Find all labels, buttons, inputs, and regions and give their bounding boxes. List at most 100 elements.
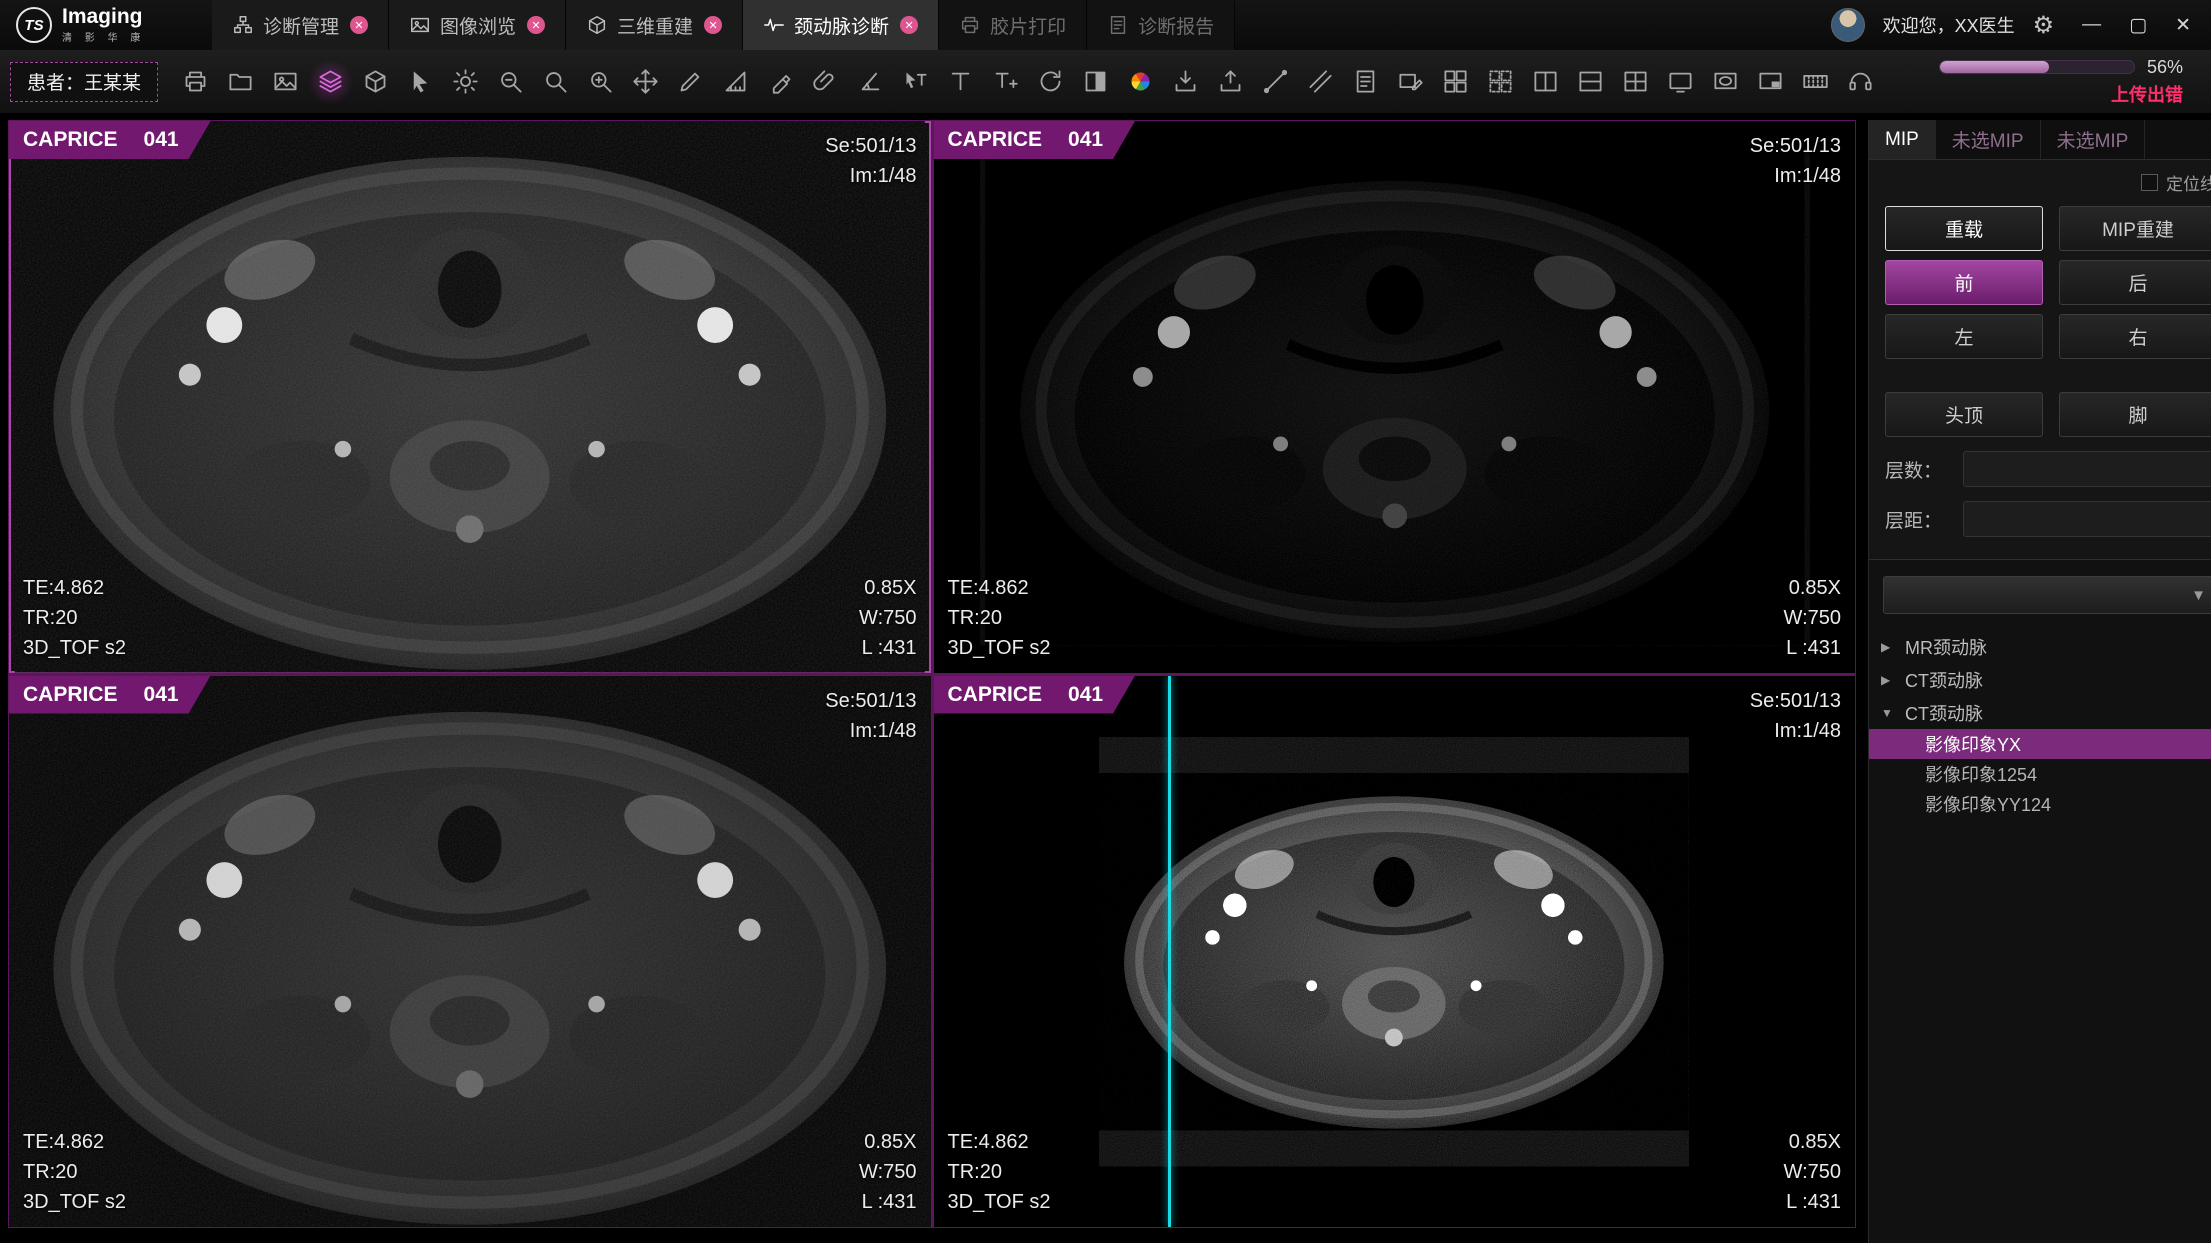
marker-icon[interactable] [759,59,802,105]
direction-foot-button[interactable]: 脚 [2059,392,2211,437]
sidebar-tab-unselected-mip-1[interactable]: 未选MIP [1936,120,2041,159]
layer-spacing-input[interactable] [1963,501,2211,537]
reload-button[interactable]: 重载 [1885,206,2043,251]
cube-3d-icon[interactable] [354,59,397,105]
tab-3d-reconstruction[interactable]: 三维重建 ✕ [566,0,743,50]
overlay-series-info: Se:501/13Im:1/48 [1750,686,1841,746]
attachment-icon[interactable] [804,59,847,105]
locator-checkbox-row: 定位线 [1869,160,2211,197]
direction-head-button[interactable]: 头顶 [1885,392,2043,437]
tab-label: 颈动脉诊断 [794,12,889,39]
tree-child-impression-1254[interactable]: 影像印象1254 [1869,759,2211,789]
layout-grid-icon[interactable] [1614,59,1657,105]
series-banner: CAPRICE041 [9,676,211,714]
split-horizontal-icon[interactable] [1569,59,1612,105]
mip-rebuild-button[interactable]: MIP重建 [2059,206,2211,251]
tree-item-ct-carotid-1[interactable]: ▶ CT颈动脉 [1869,663,2211,696]
close-button[interactable]: ✕ [2175,14,2191,37]
open-folder-icon[interactable] [219,59,262,105]
print-icon[interactable] [174,59,217,105]
viewer-grid: CAPRICE041 Se:501/13Im:1/48 TE:4.862TR:2… [8,120,1856,1228]
rotate-icon[interactable] [1029,59,1072,105]
maximize-button[interactable]: ▢ [2129,14,2147,37]
color-wheel-icon[interactable] [1119,59,1162,105]
viewport-top-left[interactable]: CAPRICE041 Se:501/13Im:1/48 TE:4.862TR:2… [9,121,931,673]
upload-icon[interactable] [1209,59,1252,105]
tab-close-icon[interactable]: ✕ [900,16,918,34]
layer-count-input[interactable] [1963,451,2211,487]
magnifier-icon[interactable] [534,59,577,105]
tree-child-impression-yx[interactable]: 影像印象YX [1869,729,2211,759]
screen-oval-icon[interactable] [1704,59,1747,105]
text-add-icon[interactable] [984,59,1027,105]
annotate-image-icon[interactable] [1389,59,1432,105]
report-icon[interactable] [1344,59,1387,105]
app-window: TS Imaging 清 影 华 康 诊断管理 ✕ 图像浏览 ✕ 三维重建 ✕ [0,0,2211,1243]
locator-checkbox[interactable] [2141,174,2158,191]
grid-4x4-icon[interactable] [1434,59,1477,105]
chevron-down-icon: ▼ [2191,587,2206,604]
tree-expanded-icon[interactable]: ▼ [1881,706,1895,720]
sidebar-collapse-icon[interactable]: » [2198,120,2211,159]
sidebar-tab-mip[interactable]: MIP [1869,120,1936,159]
viewport-bottom-right[interactable]: CAPRICE041 Se:501/13Im:1/48 TE:4.862TR:2… [934,676,1856,1228]
viewport-bottom-left[interactable]: CAPRICE041 Se:501/13Im:1/48 TE:4.862TR:2… [9,676,931,1228]
film-strip-icon[interactable] [1794,59,1837,105]
tab-diagnosis-report[interactable]: 诊断报告 [1087,0,1235,50]
tree-item-ct-carotid-2[interactable]: ▼ CT颈动脉 [1869,696,2211,729]
minimize-button[interactable]: — [2082,14,2101,37]
upload-progress-fill [1940,61,2049,73]
patient-field[interactable]: 患者：王某某 [10,62,158,102]
mri-image [9,121,931,673]
tab-diagnosis-management[interactable]: 诊断管理 ✕ [212,0,389,50]
image-browse-icon[interactable] [264,59,307,105]
direction-right-button[interactable]: 右 [2059,314,2211,359]
tab-carotid-diagnosis[interactable]: 颈动脉诊断 ✕ [743,0,939,50]
sidebar-tab-unselected-mip-2[interactable]: 未选MIP [2041,120,2146,159]
tab-close-icon[interactable]: ✕ [704,16,722,34]
overlay-window-info: 0.85XW:750L :431 [1784,1127,1841,1217]
title-bar: TS Imaging 清 影 华 康 诊断管理 ✕ 图像浏览 ✕ 三维重建 ✕ [0,0,2211,50]
report-icon [1107,14,1129,36]
ruler-icon[interactable] [714,59,757,105]
tab-close-icon[interactable]: ✕ [350,16,368,34]
screen-corner-icon[interactable] [1749,59,1792,105]
parallel-measure-icon[interactable] [1299,59,1342,105]
tab-film-print[interactable]: 胶片打印 [939,0,1087,50]
tree-collapsed-icon[interactable]: ▶ [1881,673,1895,687]
locator-line[interactable] [1168,676,1171,1228]
direction-front-button[interactable]: 前 [1885,260,2043,305]
layer-spacing-label: 层距： [1885,506,1951,533]
tree-collapsed-icon[interactable]: ▶ [1881,640,1895,654]
split-vertical-icon[interactable] [1524,59,1567,105]
invert-icon[interactable] [1074,59,1117,105]
screen-single-icon[interactable] [1659,59,1702,105]
tab-image-browse[interactable]: 图像浏览 ✕ [389,0,566,50]
support-icon[interactable] [1839,59,1882,105]
grid-2x2-icon[interactable] [1479,59,1522,105]
tree-item-label: CT颈动脉 [1905,700,1983,726]
zoom-in-icon[interactable] [579,59,622,105]
direction-left-button[interactable]: 左 [1885,314,2043,359]
app-logo: TS Imaging 清 影 华 康 [0,0,212,50]
cursor-icon[interactable] [399,59,442,105]
layers-icon[interactable] [309,59,352,105]
download-icon[interactable] [1164,59,1207,105]
tree-item-mr-carotid[interactable]: ▶ MR颈动脉 [1869,630,2211,663]
brightness-icon[interactable] [444,59,487,105]
pencil-icon[interactable] [669,59,712,105]
line-measure-icon[interactable] [1254,59,1297,105]
text-icon[interactable] [939,59,982,105]
pointer-text-icon[interactable] [894,59,937,105]
user-avatar[interactable] [1831,8,1865,42]
angle-measure-icon[interactable] [849,59,892,105]
settings-gear-icon[interactable]: ⚙ [2033,11,2055,40]
series-dropdown[interactable]: ▼ [1883,576,2211,614]
tab-close-icon[interactable]: ✕ [527,16,545,34]
pan-icon[interactable] [624,59,667,105]
tree-child-impression-yy124[interactable]: 影像印象YY124 [1869,789,2211,819]
direction-back-button[interactable]: 后 [2059,260,2211,305]
titlebar-right: 欢迎您，XX医生 ⚙ — ▢ ✕ [1831,0,2211,50]
zoom-out-icon[interactable] [489,59,532,105]
viewport-top-right[interactable]: Se:501/13Im:1/48 TE:4.862TR:203D_TOF s2 … [934,121,1856,673]
